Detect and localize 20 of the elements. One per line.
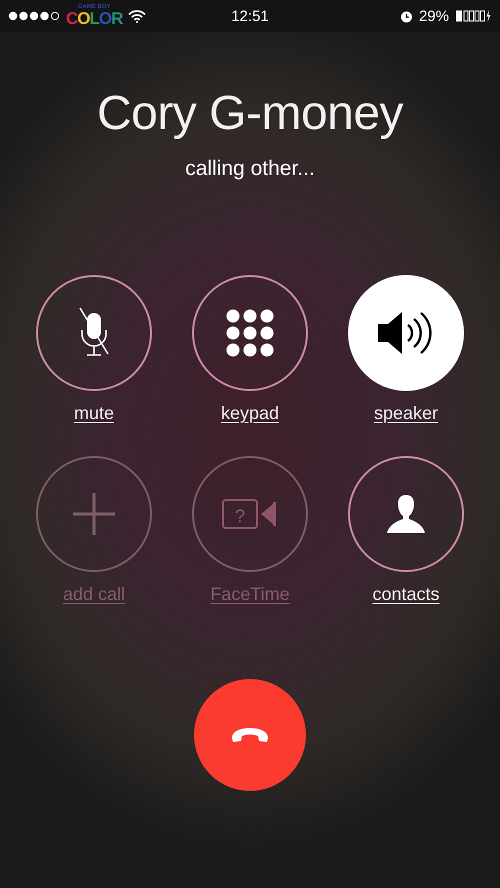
- mute-button[interactable]: [36, 275, 152, 391]
- contacts-button[interactable]: [348, 456, 464, 572]
- keypad-icon: [226, 309, 274, 357]
- keypad-button[interactable]: [192, 275, 308, 391]
- button-label[interactable]: keypad: [220, 403, 280, 424]
- clock-time: 12:51: [231, 8, 269, 24]
- plus-icon: [73, 493, 115, 535]
- person-silhouette-icon: [385, 493, 427, 535]
- wifi-icon: [128, 10, 146, 22]
- button-label[interactable]: mute: [74, 403, 114, 424]
- signal-dots-icon: [8, 11, 60, 21]
- battery-percentage: 29%: [418, 8, 449, 24]
- phone-handset-icon: [230, 726, 270, 744]
- call-status: calling other...: [185, 157, 315, 181]
- alarm-icon: [400, 10, 413, 22]
- button-label[interactable]: speaker: [374, 403, 438, 424]
- button-label[interactable]: contacts: [372, 584, 440, 605]
- caller-name: Cory G-money: [96, 86, 404, 141]
- battery-icon: [455, 10, 492, 22]
- carrier-logo: COLOR: [66, 10, 122, 26]
